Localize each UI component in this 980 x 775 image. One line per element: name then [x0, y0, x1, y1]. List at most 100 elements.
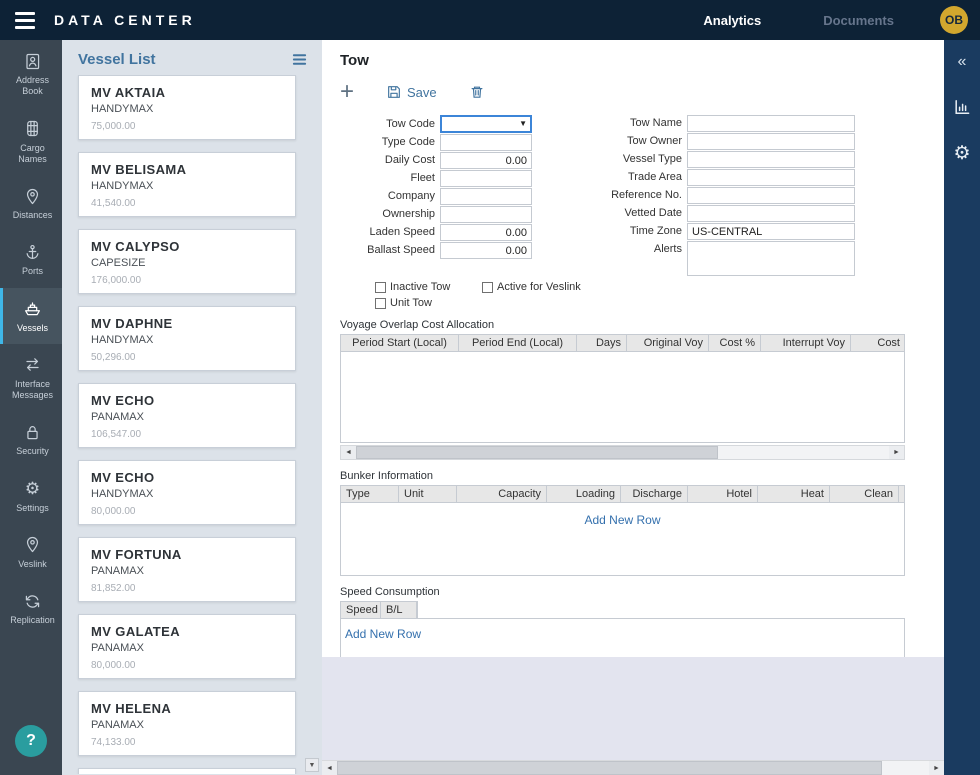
vessel-card[interactable]: MV GALATEA PANAMAX 80,000.00	[78, 614, 296, 679]
tow-panel: Tow + Save Tow Code▼Type CodeDaily CostF…	[322, 40, 944, 657]
sidebar-item-label: Interface Messages	[5, 379, 60, 402]
voyage-overlap-table-header: Period Start (Local)Period End (Local)Da…	[341, 335, 904, 352]
sidebar-item-replication[interactable]: Replication	[0, 580, 62, 636]
vessel-card[interactable]	[78, 768, 296, 774]
laden-speed-input[interactable]	[440, 224, 532, 241]
scroll-left-button[interactable]: ◄	[322, 761, 337, 775]
nav-documents[interactable]: Documents	[823, 13, 894, 28]
sidebar-item-veslink[interactable]: Veslink	[0, 524, 62, 580]
type-code-input[interactable]	[440, 134, 532, 151]
delete-icon[interactable]	[469, 84, 485, 100]
sidebar-item-cargo-names[interactable]: Cargo Names	[0, 108, 62, 176]
original-voy-column-header: Original Voy	[627, 335, 709, 351]
save-button[interactable]: Save	[386, 84, 437, 100]
bunker-table: TypeUnitCapacityLoadingDischargeHotelHea…	[340, 485, 905, 576]
inactive-tow-checkbox[interactable]: Inactive Tow	[375, 281, 482, 293]
vetted-date-label: Vetted Date	[575, 205, 687, 222]
replication-icon	[23, 591, 42, 611]
speed-add-new-row-link[interactable]: Add New Row	[345, 627, 421, 641]
sidebar-item-label: Cargo Names	[5, 143, 60, 166]
sidebar-item-ports[interactable]: Ports	[0, 231, 62, 287]
vessel-card[interactable]: MV CALYPSOCAPESIZE176,000.00	[78, 229, 296, 294]
daily-cost-input[interactable]	[440, 152, 532, 169]
unit-tow-checkbox[interactable]: Unit Tow	[375, 297, 432, 309]
form-right-column: Tow NameTow OwnerVessel TypeTrade AreaRe…	[575, 115, 875, 277]
vessel-list-scroll-down-button[interactable]: ▼	[305, 758, 319, 772]
ballast-speed-label: Ballast Speed	[340, 242, 440, 259]
main-hscrollbar[interactable]: ◄ ►	[322, 760, 944, 775]
trade-area-row: Trade Area	[575, 169, 875, 186]
scrollbar-track[interactable]	[356, 446, 889, 459]
sidebar-item-vessels[interactable]: Vessels	[0, 288, 62, 344]
scroll-left-button[interactable]: ◄	[341, 446, 356, 459]
vessel-type-row: Vessel Type	[575, 151, 875, 168]
page-title: Tow	[340, 52, 928, 69]
bunker-section-title: Bunker Information	[340, 470, 928, 482]
vessel-name: MV GALATEA	[91, 624, 283, 639]
tow-owner-row: Tow Owner	[575, 133, 875, 150]
ballast-speed-input[interactable]	[440, 242, 532, 259]
scrollbar-thumb[interactable]	[356, 446, 718, 459]
tow-name-input[interactable]	[687, 115, 855, 132]
vessel-list-header: Vessel List	[62, 40, 322, 75]
settings-gear-icon[interactable]: ⚙	[953, 144, 970, 163]
vessel-name: MV ECHO	[91, 393, 283, 408]
vessel-card[interactable]: MV ECHOHANDYMAX80,000.00	[78, 460, 296, 525]
scroll-right-button[interactable]: ►	[929, 761, 944, 775]
hamburger-menu-icon[interactable]	[12, 10, 38, 31]
sidebar-item-settings[interactable]: ⚙Settings	[0, 468, 62, 524]
vetted-date-row: Vetted Date	[575, 205, 875, 222]
vessel-card[interactable]: MV FORTUNAPANAMAX81,852.00	[78, 537, 296, 602]
user-avatar[interactable]: OB	[940, 6, 968, 34]
loading-column-header: Loading	[547, 486, 621, 502]
sidebar-item-address-book[interactable]: Address Book	[0, 40, 62, 108]
vessel-card[interactable]: MV HELENAPANAMAX74,133.00	[78, 691, 296, 756]
company-input[interactable]	[440, 188, 532, 205]
reference-no-input[interactable]	[687, 187, 855, 204]
vessel-card[interactable]: MV DAPHNEHANDYMAX50,296.00	[78, 306, 296, 371]
vessel-card[interactable]: MV ECHOPANAMAX106,547.00	[78, 383, 296, 448]
ownership-row: Ownership	[340, 206, 555, 223]
vessel-type: HANDYMAX	[91, 180, 283, 192]
nav-analytics[interactable]: Analytics	[703, 13, 761, 28]
analytics-chart-icon[interactable]	[953, 98, 971, 116]
ports-icon	[23, 242, 42, 262]
vetted-date-input[interactable]	[687, 205, 855, 222]
vessel-dwt: 80,000.00	[91, 660, 283, 671]
collapse-panel-icon[interactable]: «	[958, 54, 967, 70]
bunker-add-new-row-link[interactable]: Add New Row	[584, 513, 660, 527]
vessel-type: PANAMAX	[91, 565, 283, 577]
speed-column-header: Speed	[341, 602, 381, 618]
sidebar-item-label: Ports	[22, 266, 43, 277]
scrollbar-track[interactable]	[337, 761, 929, 775]
list-options-icon[interactable]	[291, 51, 308, 68]
laden-speed-row: Laden Speed	[340, 224, 555, 241]
sidebar-item-distances[interactable]: Distances	[0, 175, 62, 231]
ownership-input[interactable]	[440, 206, 532, 223]
sidebar-item-security[interactable]: Security	[0, 411, 62, 467]
checkbox-icon	[375, 298, 386, 309]
scroll-right-button[interactable]: ►	[889, 446, 904, 459]
time-zone-input[interactable]	[687, 223, 855, 240]
voyage-table-hscrollbar[interactable]: ◄ ►	[340, 445, 905, 460]
tow-code-select[interactable]: ▼	[440, 115, 532, 133]
vessel-card[interactable]: MV BELISAMAHANDYMAX41,540.00	[78, 152, 296, 217]
tow-name-row: Tow Name	[575, 115, 875, 132]
bunker-table-header: TypeUnitCapacityLoadingDischargeHotelHea…	[341, 486, 904, 503]
vessel-card[interactable]: MV AKTAIAHANDYMAX75,000.00	[78, 75, 296, 140]
active-for-veslink-checkbox[interactable]: Active for Veslink	[482, 281, 581, 293]
fleet-input[interactable]	[440, 170, 532, 187]
sidebar-item-interface-messages[interactable]: Interface Messages	[0, 344, 62, 412]
add-button[interactable]: +	[340, 83, 354, 101]
alerts-input[interactable]	[687, 241, 855, 276]
trade-area-input[interactable]	[687, 169, 855, 186]
vessel-name: MV ECHO	[91, 470, 283, 485]
vessel-type: PANAMAX	[91, 642, 283, 654]
clean-column-header: Clean	[830, 486, 899, 502]
tow-owner-input[interactable]	[687, 133, 855, 150]
fleet-label: Fleet	[340, 170, 440, 187]
b-l-column-header: B/L	[381, 602, 417, 618]
vessel-type-input[interactable]	[687, 151, 855, 168]
help-button[interactable]: ?	[15, 725, 47, 757]
scrollbar-thumb[interactable]	[337, 761, 882, 775]
